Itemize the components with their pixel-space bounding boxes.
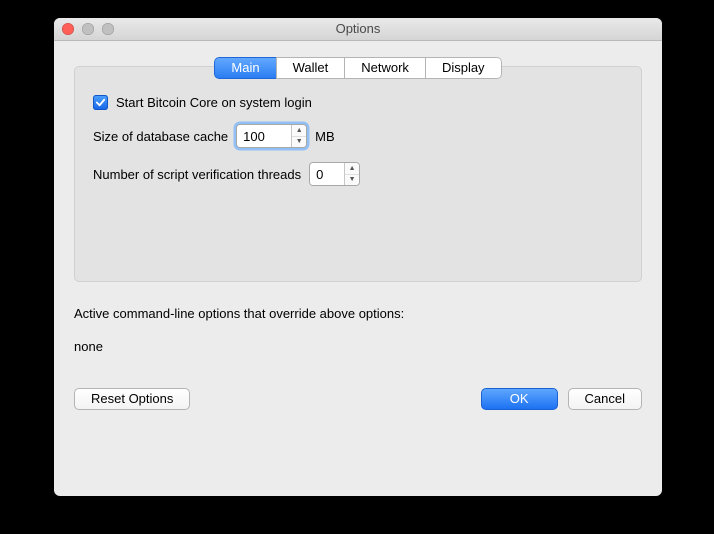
override-section: Active command-line options that overrid… (74, 306, 642, 354)
override-value: none (74, 339, 642, 354)
tab-main[interactable]: Main (214, 57, 275, 79)
close-window-button[interactable] (62, 23, 74, 35)
tab-bar: Main Wallet Network Display (74, 57, 642, 79)
titlebar: Options (54, 18, 662, 41)
tab-network-label: Network (361, 60, 409, 75)
threads-label: Number of script verification threads (93, 167, 301, 182)
db-cache-step-down[interactable]: ▼ (292, 137, 306, 148)
cancel-button[interactable]: Cancel (568, 388, 642, 410)
maximize-window-button[interactable] (102, 23, 114, 35)
db-cache-unit: MB (315, 129, 335, 144)
reset-options-button[interactable]: Reset Options (74, 388, 190, 410)
threads-input[interactable] (310, 163, 344, 185)
tab-main-label: Main (231, 60, 259, 75)
threads-step-up[interactable]: ▲ (345, 163, 359, 175)
tab-display[interactable]: Display (425, 57, 502, 79)
override-label: Active command-line options that overrid… (74, 306, 642, 321)
ok-button[interactable]: OK (481, 388, 558, 410)
window-title: Options (336, 21, 381, 36)
db-cache-step-up[interactable]: ▲ (292, 125, 306, 137)
options-window: Options Main Wallet Network Display Star… (54, 18, 662, 496)
threads-step-down[interactable]: ▼ (345, 175, 359, 186)
db-cache-spinbox[interactable]: ▲ ▼ (236, 124, 307, 148)
reset-options-label: Reset Options (91, 391, 173, 406)
tab-wallet-label: Wallet (293, 60, 329, 75)
main-panel: Start Bitcoin Core on system login Size … (74, 66, 642, 282)
tab-wallet[interactable]: Wallet (276, 57, 345, 79)
start-on-login-label: Start Bitcoin Core on system login (116, 95, 312, 110)
tab-network[interactable]: Network (344, 57, 425, 79)
threads-spinbox[interactable]: ▲ ▼ (309, 162, 360, 186)
db-cache-input[interactable] (237, 125, 291, 147)
ok-label: OK (510, 391, 529, 406)
cancel-label: Cancel (585, 391, 625, 406)
db-cache-label: Size of database cache (93, 129, 228, 144)
tab-display-label: Display (442, 60, 485, 75)
start-on-login-checkbox[interactable] (93, 95, 108, 110)
minimize-window-button[interactable] (82, 23, 94, 35)
